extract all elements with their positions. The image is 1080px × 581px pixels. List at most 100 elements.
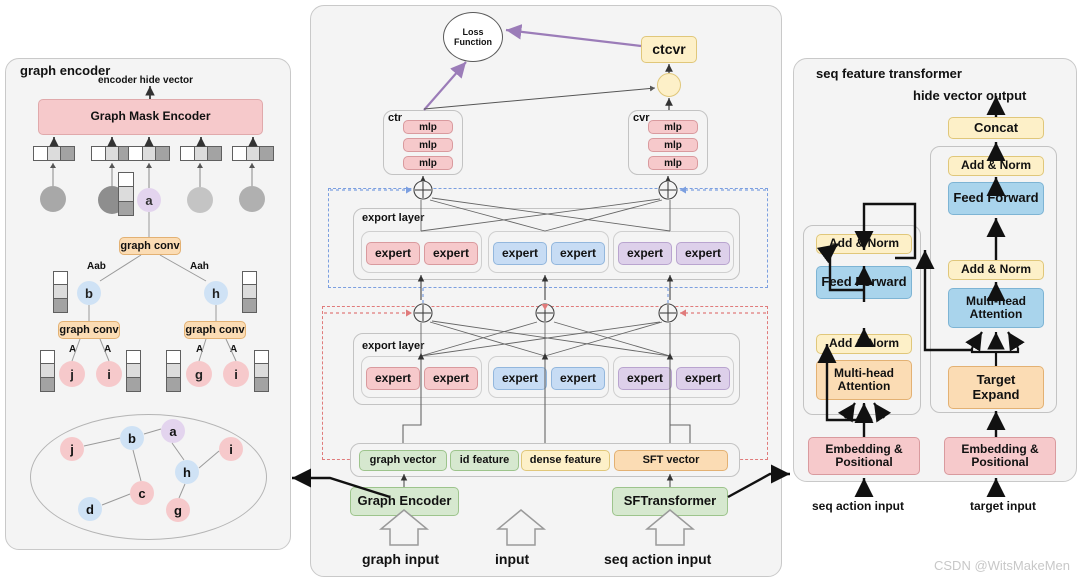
target-expand-line2: Expand — [972, 386, 1020, 402]
expert-box[interactable]: expert — [493, 367, 547, 390]
export-layer-label: export layer — [362, 212, 425, 224]
dense-feature-box[interactable]: dense feature — [521, 450, 610, 471]
export-layer-label: export layer — [362, 340, 425, 352]
embedding-positional-box[interactable]: Embedding & Positional — [808, 437, 920, 475]
target-expand-box[interactable]: Target Expand — [948, 366, 1044, 409]
graph-conv-box[interactable]: graph conv — [58, 321, 120, 339]
node-feature-bar-vertical — [166, 350, 181, 392]
sft-vector-box[interactable]: SFT vector — [614, 450, 728, 471]
multi-head-attention-box[interactable]: Multi-head Attention — [948, 288, 1044, 328]
expert-box[interactable]: expert — [618, 367, 672, 390]
cvr-title: cvr — [633, 112, 650, 124]
feed-forward-box[interactable]: Feed Forward — [948, 182, 1044, 215]
graph-input-label: graph input — [362, 551, 439, 567]
loss-function-line2: Function — [454, 37, 492, 47]
expert-box[interactable]: expert — [493, 242, 547, 265]
loss-function-line1: Loss — [462, 26, 484, 37]
graph-node-c: c — [130, 481, 154, 505]
node-feature-bar — [232, 146, 274, 161]
graph-node-a: a — [137, 188, 161, 212]
ctr-mlp[interactable]: mlp — [403, 156, 453, 170]
target-input-label: target input — [970, 499, 1036, 513]
target-expand-line1: Target — [976, 372, 1016, 388]
graph-mask-encoder-box[interactable]: Graph Mask Encoder — [38, 99, 263, 135]
expert-box[interactable]: expert — [618, 242, 672, 265]
expert-box[interactable]: expert — [676, 242, 730, 265]
edge-label-a: A — [104, 344, 112, 355]
cvr-mlp[interactable]: mlp — [648, 156, 698, 170]
seq-action-input-label: seq action input — [812, 499, 905, 513]
graph-node-b: b — [120, 426, 144, 450]
feed-forward-box[interactable]: Feed Forward — [816, 266, 912, 299]
graph-node-d: d — [78, 497, 102, 521]
ctr-mlp[interactable]: mlp — [403, 138, 453, 152]
graph-node-j: j — [60, 437, 84, 461]
multi-head-attention-box[interactable]: Multi-head Attention — [816, 360, 912, 400]
graph-conv-box[interactable]: graph conv — [184, 321, 246, 339]
add-norm-box[interactable]: Add & Norm — [816, 234, 912, 254]
embedding-positional-line2: Positional — [835, 455, 893, 469]
node-feature-bar-vertical — [242, 271, 257, 313]
expert-box[interactable]: expert — [424, 242, 478, 265]
node-feature-bar-vertical — [53, 271, 68, 313]
graph-node-g: g — [166, 498, 190, 522]
add-norm-box[interactable]: Add & Norm — [948, 260, 1044, 280]
node-feature-bar — [33, 146, 75, 161]
graph-node-h: h — [204, 281, 228, 305]
ctr-mlp[interactable]: mlp — [403, 120, 453, 134]
node-feature-bar — [128, 146, 170, 161]
cvr-mlp[interactable]: mlp — [648, 120, 698, 134]
graph-node-g: g — [186, 361, 212, 387]
edge-label-a: A — [69, 344, 77, 355]
ctcvr-sum-node — [657, 73, 681, 97]
cvr-mlp[interactable]: mlp — [648, 138, 698, 152]
seq-feature-transformer-title: seq feature transformer — [813, 65, 965, 82]
graph-node-h: h — [175, 460, 199, 484]
add-norm-box[interactable]: Add & Norm — [948, 156, 1044, 176]
loss-function-node[interactable]: Loss Function — [443, 12, 503, 62]
multi-head-line2: Attention — [837, 379, 891, 393]
seq-action-input-label: seq action input — [604, 551, 712, 567]
graph-conv-box[interactable]: graph conv — [119, 237, 181, 255]
graph-node-gray — [239, 186, 265, 212]
graph-node-gray — [40, 186, 66, 212]
concat-box[interactable]: Concat — [948, 117, 1044, 139]
expert-box[interactable]: expert — [551, 242, 605, 265]
encoder-hide-vector-label: encoder hide vector — [98, 75, 194, 86]
graph-node-i: i — [219, 437, 243, 461]
embedding-positional-line2: Positional — [971, 455, 1029, 469]
graph-node-i: i — [223, 361, 249, 387]
edge-label-aah: Aah — [190, 261, 209, 272]
expert-box[interactable]: expert — [366, 242, 420, 265]
graph-node-i: i — [96, 361, 122, 387]
ctcvr-box[interactable]: ctcvr — [641, 36, 697, 63]
graph-network-ellipse — [30, 414, 267, 540]
graph-encoder-box[interactable]: Graph Encoder — [350, 487, 459, 516]
expert-box[interactable]: expert — [676, 367, 730, 390]
sftransformer-box[interactable]: SFTransformer — [612, 487, 728, 516]
edge-label-a: A — [196, 344, 204, 355]
node-feature-bar-vertical — [126, 350, 141, 392]
add-norm-box[interactable]: Add & Norm — [816, 334, 912, 354]
graph-node-a: a — [161, 419, 185, 443]
expert-box[interactable]: expert — [424, 367, 478, 390]
ctr-title: ctr — [388, 112, 403, 124]
hide-vector-output-label: hide vector output — [913, 88, 1027, 103]
graph-node-j: j — [59, 361, 85, 387]
edge-label-a: A — [230, 344, 238, 355]
id-feature-box[interactable]: id feature — [450, 450, 519, 471]
node-feature-bar-vertical — [118, 172, 134, 216]
input-label: input — [495, 551, 530, 567]
node-feature-bar-vertical — [254, 350, 269, 392]
watermark: CSDN @WitsMakeMen — [934, 558, 1070, 573]
node-feature-bar — [91, 146, 133, 161]
expert-box[interactable]: expert — [366, 367, 420, 390]
node-feature-bar — [180, 146, 222, 161]
graph-vector-box[interactable]: graph vector — [359, 450, 447, 471]
graph-node-gray — [187, 187, 213, 213]
expert-box[interactable]: expert — [551, 367, 605, 390]
multi-head-line2: Attention — [969, 307, 1023, 321]
node-feature-bar-vertical — [40, 350, 55, 392]
embedding-positional-box[interactable]: Embedding & Positional — [944, 437, 1056, 475]
graph-node-b: b — [77, 281, 101, 305]
